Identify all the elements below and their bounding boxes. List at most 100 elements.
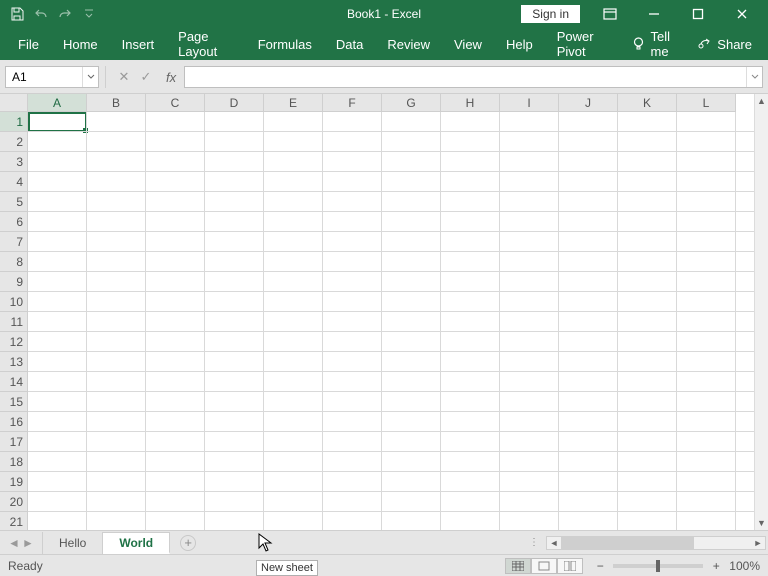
new-sheet-button[interactable]: + bbox=[180, 535, 196, 551]
page-break-view-icon[interactable] bbox=[557, 558, 583, 574]
row-header[interactable]: 14 bbox=[0, 372, 28, 392]
ribbon-display-options-icon[interactable] bbox=[588, 0, 632, 28]
sheet-nav-next-icon[interactable]: ► bbox=[22, 536, 34, 550]
zoom-slider[interactable] bbox=[613, 564, 703, 568]
scroll-right-icon[interactable]: ► bbox=[751, 538, 765, 548]
ribbon-tabs: File Home Insert Page Layout Formulas Da… bbox=[0, 28, 768, 60]
accept-formula-icon[interactable]: ✓ bbox=[138, 69, 154, 85]
fx-label[interactable]: fx bbox=[164, 70, 178, 85]
sheet-nav-arrows[interactable]: ◄ ► bbox=[0, 536, 42, 550]
column-header[interactable]: B bbox=[87, 94, 146, 112]
sheet-tab-world[interactable]: World bbox=[103, 532, 170, 554]
tell-me-label: Tell me bbox=[651, 29, 678, 59]
status-bar: Ready − + 100% bbox=[0, 554, 768, 576]
column-header[interactable]: L bbox=[677, 94, 736, 112]
column-header[interactable]: D bbox=[205, 94, 264, 112]
row-header[interactable]: 11 bbox=[0, 312, 28, 332]
hscroll-track[interactable] bbox=[561, 537, 751, 549]
vertical-scrollbar[interactable]: ▲ ▼ bbox=[754, 94, 768, 530]
zoom-out-button[interactable]: − bbox=[593, 559, 607, 573]
titlebar: Book1 - Excel Sign in bbox=[0, 0, 768, 28]
redo-icon[interactable] bbox=[54, 3, 76, 25]
column-header[interactable]: G bbox=[382, 94, 441, 112]
zoom-thumb[interactable] bbox=[656, 560, 660, 572]
row-header[interactable]: 19 bbox=[0, 472, 28, 492]
row-header[interactable]: 9 bbox=[0, 272, 28, 292]
row-header[interactable]: 3 bbox=[0, 152, 28, 172]
column-header[interactable]: F bbox=[323, 94, 382, 112]
sheet-tab-hello[interactable]: Hello bbox=[42, 532, 103, 554]
tab-review[interactable]: Review bbox=[375, 28, 442, 60]
scroll-down-icon[interactable]: ▼ bbox=[755, 516, 768, 530]
row-header[interactable]: 6 bbox=[0, 212, 28, 232]
column-header[interactable]: C bbox=[146, 94, 205, 112]
row-header[interactable]: 15 bbox=[0, 392, 28, 412]
row-headers: 123456789101112131415161718192021 bbox=[0, 112, 28, 530]
row-header[interactable]: 17 bbox=[0, 432, 28, 452]
tab-page-layout[interactable]: Page Layout bbox=[166, 28, 246, 60]
horizontal-scrollbar[interactable]: ◄ ► bbox=[546, 536, 766, 550]
row-header[interactable]: 12 bbox=[0, 332, 28, 352]
normal-view-icon[interactable] bbox=[505, 558, 531, 574]
formula-input[interactable] bbox=[184, 66, 763, 88]
row-header[interactable]: 21 bbox=[0, 512, 28, 532]
expand-formula-icon[interactable] bbox=[746, 67, 762, 87]
status-ready: Ready bbox=[8, 559, 43, 573]
row-header[interactable]: 4 bbox=[0, 172, 28, 192]
tab-home[interactable]: Home bbox=[51, 28, 110, 60]
signin-button[interactable]: Sign in bbox=[521, 5, 580, 23]
name-box-value: A1 bbox=[12, 70, 27, 84]
view-mode-buttons bbox=[505, 558, 583, 574]
cell-area[interactable] bbox=[28, 112, 754, 530]
tab-view[interactable]: View bbox=[442, 28, 494, 60]
tell-me-button[interactable]: Tell me bbox=[622, 29, 688, 59]
separator bbox=[105, 66, 106, 88]
minimize-icon[interactable] bbox=[632, 0, 676, 28]
tab-split-handle[interactable]: ⋮ bbox=[523, 537, 546, 548]
mouse-cursor-icon bbox=[258, 533, 274, 553]
column-header[interactable]: A bbox=[28, 94, 87, 112]
column-header[interactable]: K bbox=[618, 94, 677, 112]
row-header[interactable]: 8 bbox=[0, 252, 28, 272]
row-header[interactable]: 2 bbox=[0, 132, 28, 152]
close-icon[interactable] bbox=[720, 0, 764, 28]
column-header[interactable]: I bbox=[500, 94, 559, 112]
scroll-up-icon[interactable]: ▲ bbox=[755, 94, 768, 108]
cancel-formula-icon[interactable]: ✕ bbox=[116, 69, 132, 85]
row-header[interactable]: 7 bbox=[0, 232, 28, 252]
scroll-left-icon[interactable]: ◄ bbox=[547, 538, 561, 548]
row-header[interactable]: 16 bbox=[0, 412, 28, 432]
page-layout-view-icon[interactable] bbox=[531, 558, 557, 574]
undo-icon[interactable] bbox=[30, 3, 52, 25]
row-header[interactable]: 20 bbox=[0, 492, 28, 512]
sheet-tab-label: Hello bbox=[59, 536, 86, 550]
sheet-tab-bar: ◄ ► Hello World + New sheet ⋮ ◄ ► bbox=[0, 530, 768, 554]
worksheet-grid[interactable]: ABCDEFGHIJKL 123456789101112131415161718… bbox=[0, 94, 768, 530]
sheet-nav-prev-icon[interactable]: ◄ bbox=[8, 536, 20, 550]
column-header[interactable]: E bbox=[264, 94, 323, 112]
row-header[interactable]: 1 bbox=[0, 112, 28, 132]
select-all-corner[interactable] bbox=[0, 94, 28, 112]
save-icon[interactable] bbox=[6, 3, 28, 25]
tab-formulas[interactable]: Formulas bbox=[246, 28, 324, 60]
hscroll-thumb[interactable] bbox=[561, 537, 694, 549]
maximize-icon[interactable] bbox=[676, 0, 720, 28]
row-header[interactable]: 13 bbox=[0, 352, 28, 372]
tab-insert[interactable]: Insert bbox=[110, 28, 167, 60]
row-header[interactable]: 18 bbox=[0, 452, 28, 472]
tab-help[interactable]: Help bbox=[494, 28, 545, 60]
tab-data[interactable]: Data bbox=[324, 28, 375, 60]
tab-file[interactable]: File bbox=[6, 28, 51, 60]
plus-icon: + bbox=[184, 536, 192, 549]
share-button[interactable]: Share bbox=[687, 37, 762, 52]
chevron-down-icon[interactable] bbox=[82, 67, 98, 87]
row-header[interactable]: 10 bbox=[0, 292, 28, 312]
active-cell-outline bbox=[28, 112, 87, 132]
column-header[interactable]: J bbox=[559, 94, 618, 112]
column-header[interactable]: H bbox=[441, 94, 500, 112]
tab-power-pivot[interactable]: Power Pivot bbox=[545, 28, 622, 60]
name-box[interactable]: A1 bbox=[5, 66, 99, 88]
zoom-in-button[interactable]: + bbox=[709, 559, 723, 573]
qat-dropdown-icon[interactable] bbox=[78, 3, 100, 25]
row-header[interactable]: 5 bbox=[0, 192, 28, 212]
